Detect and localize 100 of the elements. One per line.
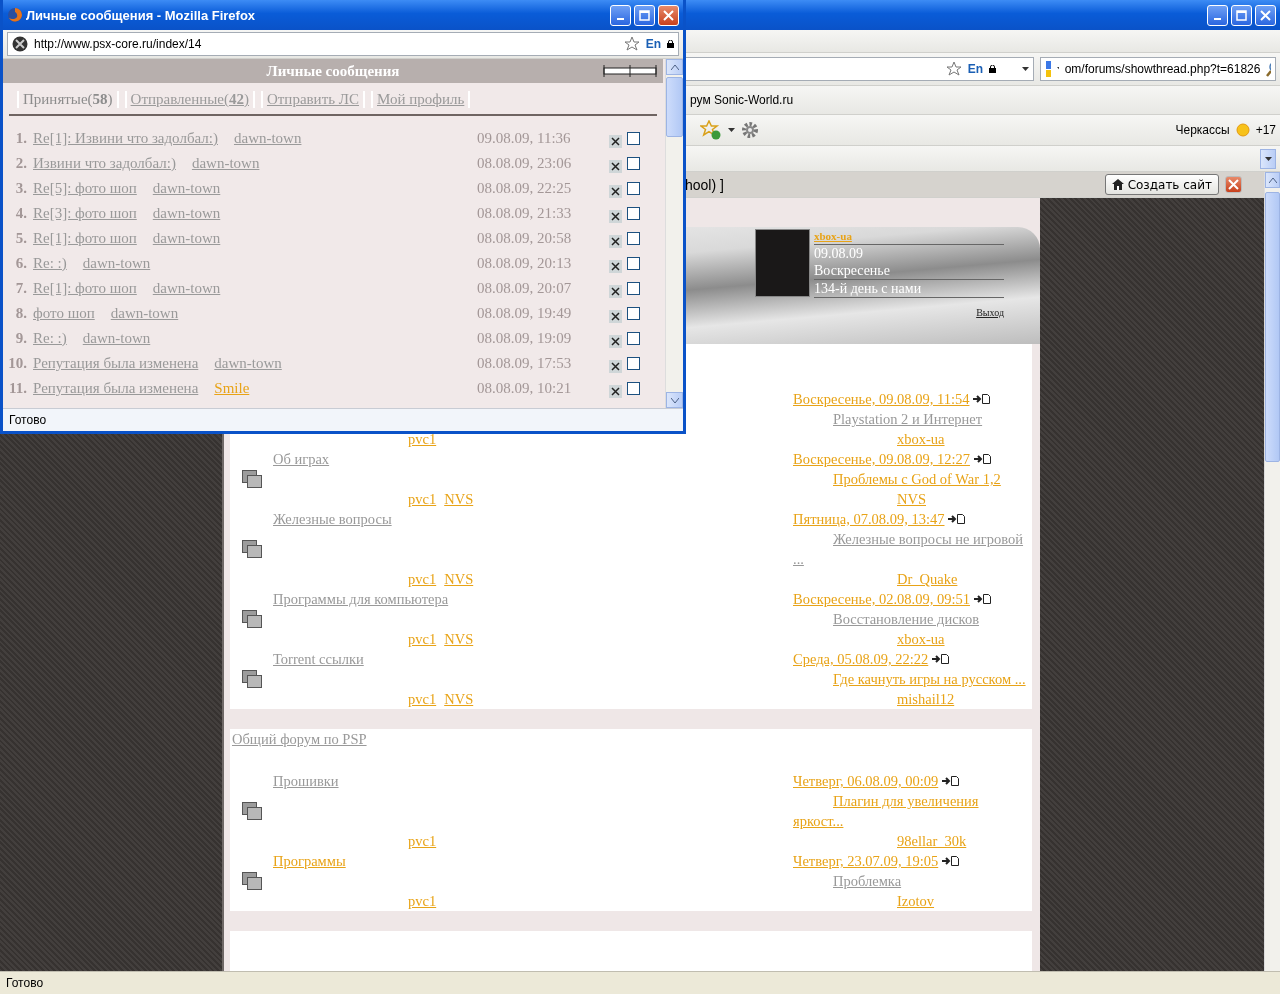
sender-link[interactable]: dawn-town bbox=[82, 255, 151, 272]
author-link[interactable]: xbox-ua bbox=[897, 431, 945, 447]
scrollbar[interactable] bbox=[1264, 172, 1280, 971]
star-add-icon[interactable] bbox=[700, 120, 722, 140]
moderator-link[interactable]: NVS bbox=[444, 569, 474, 589]
message-subject-link[interactable]: фото шоп bbox=[33, 305, 95, 322]
moderator-link[interactable]: NVS bbox=[444, 629, 474, 649]
minimize-button[interactable] bbox=[610, 4, 631, 26]
message-checkbox[interactable] bbox=[627, 182, 640, 195]
message-checkbox[interactable] bbox=[627, 382, 640, 395]
moderator-link[interactable]: NVS bbox=[444, 489, 474, 509]
last-post-date-link[interactable]: Четверг, 06.08.09, 00:09 bbox=[793, 771, 939, 791]
sender-link[interactable]: dawn-town bbox=[82, 330, 151, 347]
message-subject-link[interactable]: Re[1]: Извини что задолбал:) bbox=[33, 130, 218, 147]
delete-button[interactable] bbox=[609, 260, 622, 273]
message-checkbox[interactable] bbox=[627, 357, 640, 370]
sender-link[interactable]: dawn-town bbox=[233, 130, 302, 147]
go-to-post-icon[interactable] bbox=[973, 594, 991, 604]
sender-link[interactable]: Smile bbox=[214, 380, 250, 397]
moderator-link[interactable]: pvc1 bbox=[408, 629, 437, 649]
delete-button[interactable] bbox=[609, 285, 622, 298]
last-post-date-link[interactable]: Воскресенье, 09.08.09, 12:27 bbox=[793, 449, 970, 469]
tab[interactable]: Принятые(58) bbox=[17, 91, 119, 108]
close-button[interactable] bbox=[1225, 176, 1242, 193]
author-link[interactable]: xbox-ua bbox=[897, 631, 945, 647]
message-checkbox[interactable] bbox=[627, 257, 640, 270]
tab[interactable]: Отправить ЛС bbox=[260, 91, 365, 108]
topic-link[interactable]: Проблемка bbox=[793, 871, 1032, 891]
section-title-link[interactable]: Общий форум по PSP bbox=[232, 729, 367, 749]
url-field[interactable]: http://www.psx-core.ru/index/14 En bbox=[7, 32, 679, 56]
topic-link[interactable]: Проблемы с God of War 1,2 bbox=[793, 469, 1032, 489]
resize-handle-icon[interactable] bbox=[603, 65, 657, 77]
star-icon[interactable] bbox=[945, 61, 962, 77]
topic-link[interactable]: Playstation 2 и Интернет bbox=[793, 409, 1032, 429]
tab-list-button[interactable] bbox=[1260, 148, 1276, 169]
author-link[interactable]: NVS bbox=[897, 491, 926, 507]
go-to-post-icon[interactable] bbox=[973, 454, 991, 464]
delete-button[interactable] bbox=[609, 210, 622, 223]
last-post-date-link[interactable]: Воскресенье, 09.08.09, 11:54 bbox=[793, 389, 970, 409]
sender-link[interactable]: dawn-town bbox=[152, 280, 221, 297]
caret-icon[interactable] bbox=[728, 128, 735, 132]
caret-icon[interactable] bbox=[1022, 67, 1029, 71]
weather-city[interactable]: Черкассы bbox=[1175, 123, 1230, 137]
message-subject-link[interactable]: Re[1]: фото шоп bbox=[33, 230, 137, 247]
author-link[interactable]: Izotov bbox=[897, 893, 935, 909]
caret-icon[interactable] bbox=[1264, 156, 1272, 161]
topic-link[interactable]: Железные вопросы не игровой ... bbox=[793, 529, 1032, 569]
scrollbar[interactable] bbox=[665, 59, 683, 408]
sender-link[interactable]: dawn-town bbox=[152, 180, 221, 197]
scrollbar-thumb[interactable] bbox=[1265, 192, 1280, 462]
moderator-link[interactable]: pvc1 bbox=[408, 831, 437, 851]
message-subject-link[interactable]: Извини что задолбал:) bbox=[33, 155, 176, 172]
topic-link[interactable]: Плагин для увеличения яркост... bbox=[793, 791, 1032, 831]
go-to-post-icon[interactable] bbox=[973, 394, 991, 404]
last-post-date-link[interactable]: Среда, 05.08.09, 22:22 bbox=[793, 649, 929, 669]
message-checkbox[interactable] bbox=[627, 332, 640, 345]
delete-button[interactable] bbox=[609, 185, 622, 198]
message-subject-link[interactable]: Репутация была изменена bbox=[33, 355, 199, 372]
delete-button[interactable] bbox=[609, 360, 622, 373]
forum-title-link[interactable]: Программы bbox=[273, 851, 346, 871]
author-link[interactable]: mishail12 bbox=[897, 691, 955, 707]
go-to-post-icon[interactable] bbox=[942, 776, 960, 786]
message-checkbox[interactable] bbox=[627, 232, 640, 245]
sender-link[interactable]: dawn-town bbox=[191, 155, 260, 172]
search-icon[interactable] bbox=[1266, 61, 1271, 77]
message-checkbox[interactable] bbox=[627, 157, 640, 170]
last-post-date-link[interactable]: Пятница, 07.08.09, 13:47 bbox=[793, 509, 945, 529]
minimize-button[interactable] bbox=[1207, 4, 1228, 26]
forum-title-link[interactable]: Программы для компьютера bbox=[273, 589, 449, 609]
star-icon[interactable] bbox=[623, 36, 640, 52]
sender-link[interactable]: dawn-town bbox=[214, 355, 282, 372]
author-link[interactable]: 98ellar_30k bbox=[897, 833, 967, 849]
delete-button[interactable] bbox=[609, 160, 622, 173]
delete-button[interactable] bbox=[609, 235, 622, 248]
delete-button[interactable] bbox=[609, 385, 622, 398]
restore-button[interactable] bbox=[1231, 4, 1252, 26]
scrollbar-thumb[interactable] bbox=[666, 77, 683, 137]
message-checkbox[interactable] bbox=[627, 282, 640, 295]
go-to-post-icon[interactable] bbox=[932, 654, 950, 664]
forum-title-link[interactable]: Железные вопросы bbox=[273, 509, 392, 529]
message-subject-link[interactable]: Re[3]: фото шоп bbox=[33, 205, 137, 222]
moderator-link[interactable]: pvc1 bbox=[408, 569, 437, 589]
caret-icon[interactable] bbox=[1056, 67, 1059, 71]
delete-button[interactable] bbox=[609, 310, 622, 323]
last-post-date-link[interactable]: Четверг, 23.07.09, 19:05 bbox=[793, 851, 939, 871]
go-to-post-icon[interactable] bbox=[942, 856, 960, 866]
message-checkbox[interactable] bbox=[627, 307, 640, 320]
go-to-post-icon[interactable] bbox=[948, 514, 966, 524]
tab[interactable]: Мой профиль bbox=[371, 91, 471, 108]
message-subject-link[interactable]: Re[1]: фото шоп bbox=[33, 280, 137, 297]
moderator-link[interactable]: pvc1 bbox=[408, 489, 437, 509]
last-post-date-link[interactable]: Воскресенье, 02.08.09, 09:51 bbox=[793, 589, 970, 609]
moderator-link[interactable]: pvc1 bbox=[408, 891, 437, 911]
search-engine-icon[interactable] bbox=[1045, 60, 1051, 78]
message-checkbox[interactable] bbox=[627, 132, 640, 145]
topic-link[interactable]: Где качнуть игры на русском ... bbox=[793, 669, 1032, 689]
forum-title-link[interactable]: Прошивки bbox=[273, 771, 339, 791]
message-subject-link[interactable]: Re[5]: фото шоп bbox=[33, 180, 137, 197]
tab[interactable]: Отправленные(42) bbox=[124, 91, 255, 108]
forum-title-link[interactable]: Об играх bbox=[273, 449, 330, 469]
